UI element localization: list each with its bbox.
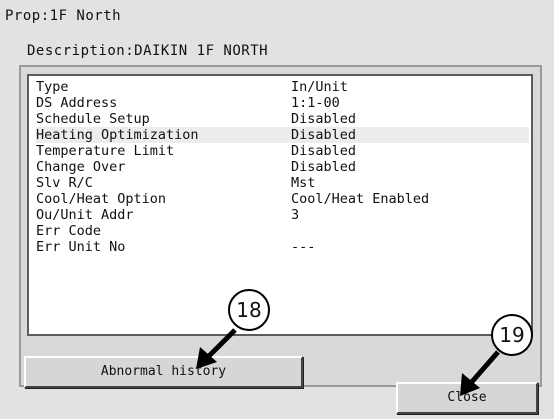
arrow-to-abnormal-history-icon	[196, 328, 237, 369]
callout-19-icon: 19	[491, 314, 533, 356]
properties-window: Prop:1F North Description:DAIKIN 1F NORT…	[0, 0, 554, 419]
callout-18-icon: 18	[228, 289, 270, 331]
arrow-to-close-icon	[460, 350, 500, 396]
callout-arrows	[196, 328, 500, 396]
